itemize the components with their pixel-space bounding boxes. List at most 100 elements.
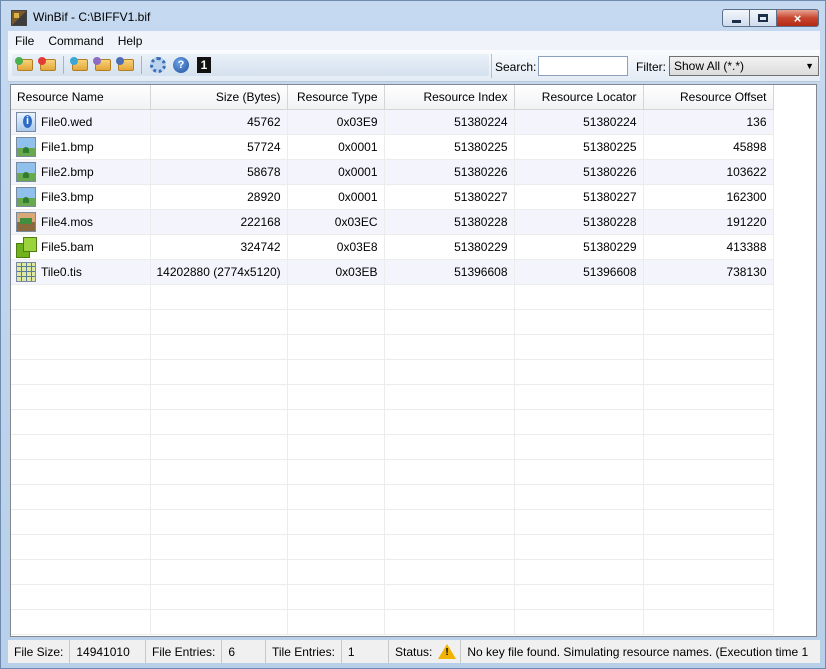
column-header-resource-name[interactable]: Resource Name	[11, 85, 151, 110]
extract-icon	[93, 57, 111, 71]
bmp-file-icon	[16, 161, 36, 182]
table-row[interactable]: File0.wed 45762 0x03E9 51380224 51380224…	[11, 109, 774, 135]
cell-offset: 45898	[643, 134, 774, 160]
warning-icon	[438, 644, 457, 659]
toolbar-separator	[141, 56, 142, 74]
empty-row	[11, 359, 774, 385]
column-header-size[interactable]: Size (Bytes)	[150, 85, 288, 110]
empty-row	[11, 484, 774, 510]
add-icon	[70, 57, 88, 71]
empty-row	[11, 459, 774, 485]
close-icon: ×	[793, 10, 802, 26]
table-row[interactable]: File3.bmp 28920 0x0001 51380227 51380227…	[11, 184, 774, 210]
toolbar-divider	[491, 54, 492, 78]
resource-grid[interactable]: Resource Name Size (Bytes) Resource Type…	[10, 84, 817, 637]
tile-entries-label: Tile Entries:	[272, 644, 335, 659]
cell-offset: 103622	[643, 159, 774, 185]
status-bar: File Size: 14941010 File Entries: 6 Tile…	[8, 640, 820, 663]
filter-dropdown[interactable]: Show All (*.*) ▼	[669, 56, 819, 76]
status-message: No key file found. Simulating resource n…	[460, 640, 814, 663]
cell-locator: 51380226	[514, 159, 644, 185]
status-file-size: File Size: 14941010	[8, 640, 146, 663]
cell-locator: 51380227	[514, 184, 644, 210]
window-title: WinBif - C:\BIFFV1.bif	[33, 10, 151, 24]
cell-offset: 162300	[643, 184, 774, 210]
column-header-resource-locator[interactable]: Resource Locator	[514, 85, 644, 110]
cell-type: 0x03EB	[287, 259, 385, 285]
cell-resource-name: File2.bmp	[11, 159, 151, 185]
cell-index: 51380226	[384, 159, 515, 185]
cell-resource-name: File3.bmp	[11, 184, 151, 210]
column-header-resource-type[interactable]: Resource Type	[287, 85, 385, 110]
settings-button[interactable]	[148, 55, 168, 75]
tis-file-icon	[16, 261, 36, 282]
cell-locator: 51380229	[514, 234, 644, 260]
cell-offset: 738130	[643, 259, 774, 285]
toolbar-buttons: ? 1	[12, 54, 489, 76]
resource-name: File3.bmp	[41, 189, 94, 204]
search-input[interactable]	[538, 56, 628, 76]
cell-type: 0x0001	[287, 159, 385, 185]
save-button[interactable]	[116, 55, 136, 75]
bam-file-icon	[16, 236, 37, 258]
wed-file-icon	[16, 111, 36, 132]
minimize-button[interactable]	[722, 9, 749, 27]
cell-index: 51380228	[384, 209, 515, 235]
empty-row	[11, 609, 774, 635]
cell-size: 324742	[150, 234, 288, 260]
empty-row	[11, 534, 774, 560]
cell-offset: 136	[643, 109, 774, 135]
cell-size: 58678	[150, 159, 288, 185]
empty-row	[11, 434, 774, 460]
table-row[interactable]: File5.bam 324742 0x03E8 51380229 5138022…	[11, 234, 774, 260]
status-label: Status:	[395, 644, 433, 659]
cell-size: 222168	[150, 209, 288, 235]
menu-help[interactable]: Help	[111, 34, 150, 48]
maximize-button[interactable]	[749, 9, 776, 27]
add-button[interactable]	[70, 55, 90, 75]
file-entries-value: 6	[221, 640, 241, 663]
bmp-file-icon	[16, 186, 36, 207]
table-row[interactable]: File4.mos 222168 0x03EC 51380228 5138022…	[11, 209, 774, 235]
cell-type: 0x03E9	[287, 109, 385, 135]
cell-size: 45762	[150, 109, 288, 135]
column-header-resource-index[interactable]: Resource Index	[384, 85, 515, 110]
help-button[interactable]: ?	[171, 55, 191, 75]
minimize-icon	[731, 19, 741, 23]
app-icon[interactable]	[11, 10, 27, 26]
resource-name: File4.mos	[41, 214, 94, 229]
app-window: WinBif - C:\BIFFV1.bif × File Command He…	[0, 0, 826, 669]
empty-row	[11, 384, 774, 410]
cell-size: 28920	[150, 184, 288, 210]
empty-row	[11, 559, 774, 585]
cell-resource-name: File1.bmp	[11, 134, 151, 160]
tile-entries-value: 1	[340, 640, 361, 663]
close-file-button[interactable]	[38, 55, 58, 75]
cell-locator: 51380228	[514, 209, 644, 235]
table-row[interactable]: File2.bmp 58678 0x0001 51380226 51380226…	[11, 159, 774, 185]
settings-icon	[150, 57, 166, 73]
one-button[interactable]: 1	[194, 55, 214, 75]
empty-row	[11, 309, 774, 335]
extract-button[interactable]	[93, 55, 113, 75]
close-button[interactable]: ×	[776, 9, 819, 27]
cell-locator: 51380224	[514, 109, 644, 135]
empty-row	[11, 284, 774, 310]
save-icon	[116, 57, 134, 71]
cell-index: 51380227	[384, 184, 515, 210]
one-icon: 1	[197, 57, 211, 73]
file-size-value: 14941010	[69, 640, 135, 663]
maximize-icon	[758, 14, 768, 22]
open-button[interactable]	[15, 55, 35, 75]
menu-command[interactable]: Command	[41, 34, 110, 48]
table-row[interactable]: Tile0.tis 14202880 (2774x5120) 0x03EB 51…	[11, 259, 774, 285]
cell-resource-name: File0.wed	[11, 109, 151, 135]
menu-file[interactable]: File	[8, 34, 41, 48]
bmp-file-icon	[16, 136, 36, 157]
cell-locator: 51396608	[514, 259, 644, 285]
column-header-resource-offset[interactable]: Resource Offset	[643, 85, 774, 110]
close-file-icon	[38, 57, 56, 71]
status-file-entries: File Entries: 6	[146, 640, 266, 663]
table-row[interactable]: File1.bmp 57724 0x0001 51380225 51380225…	[11, 134, 774, 160]
title-bar[interactable]: WinBif - C:\BIFFV1.bif ×	[1, 1, 825, 31]
